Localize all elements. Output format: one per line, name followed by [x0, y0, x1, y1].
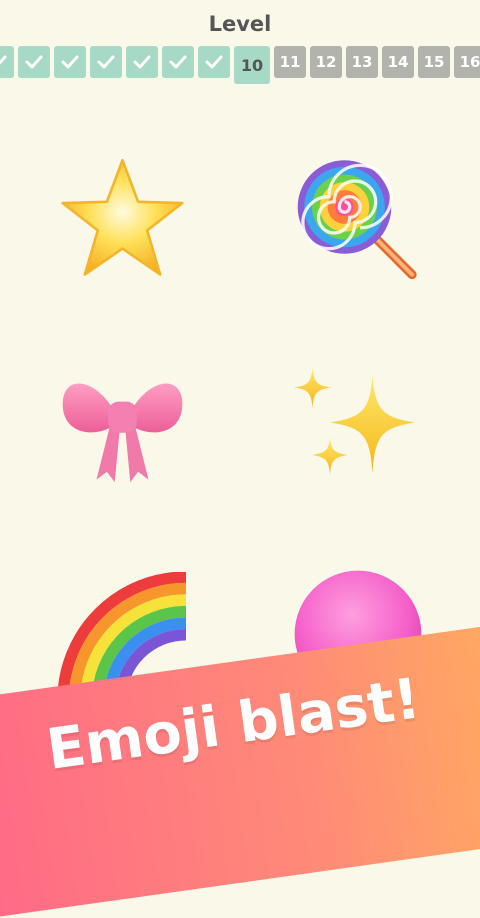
level-completed — [54, 46, 86, 78]
level-locked: 15 — [418, 46, 450, 78]
level-completed — [0, 46, 14, 78]
check-icon — [133, 55, 151, 69]
check-icon — [61, 55, 79, 69]
level-completed — [126, 46, 158, 78]
level-title: Level — [208, 12, 272, 36]
level-locked: 16 — [454, 46, 480, 78]
level-locked: 11 — [274, 46, 306, 78]
check-icon — [0, 55, 7, 65]
level-completed — [162, 46, 194, 78]
sparkles-emoji[interactable] — [295, 365, 420, 490]
level-locked: 12 — [310, 46, 342, 78]
ribbon-bow-emoji[interactable] — [55, 360, 190, 490]
level-current: 10 — [234, 46, 270, 84]
level-completed — [18, 46, 50, 78]
check-icon — [205, 55, 223, 69]
check-icon — [169, 55, 187, 69]
level-locked: 14 — [382, 46, 414, 78]
level-completed — [90, 46, 122, 78]
check-icon — [25, 55, 43, 69]
level-locked: 13 — [346, 46, 378, 78]
star-emoji[interactable] — [55, 155, 190, 285]
lollipop-emoji[interactable] — [290, 155, 425, 285]
level-progress-bar: 10 11 12 13 14 15 16 — [0, 46, 480, 84]
level-completed — [198, 46, 230, 78]
check-icon — [97, 55, 115, 69]
